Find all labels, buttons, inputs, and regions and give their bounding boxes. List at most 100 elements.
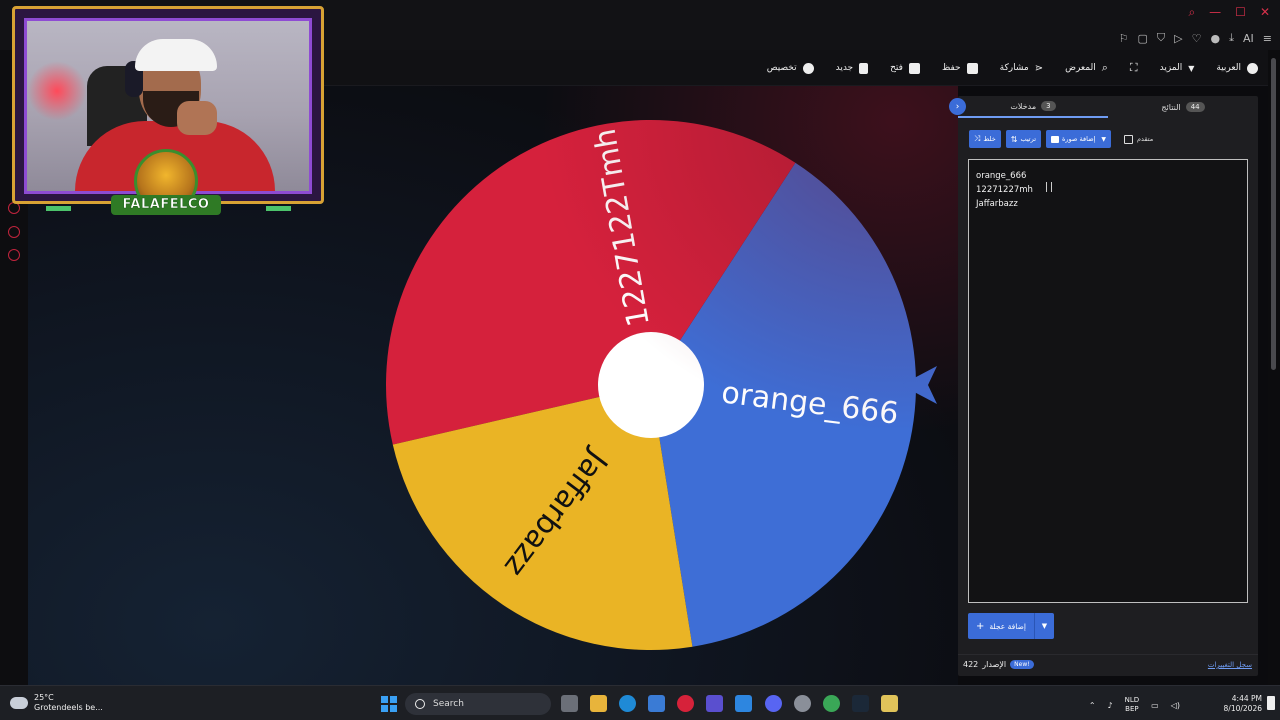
- tab-entries[interactable]: مدخلات 3: [958, 96, 1108, 118]
- weather-text: 25°C Grotendeels be...: [34, 693, 103, 713]
- account-icon[interactable]: ●: [1211, 32, 1221, 45]
- frame-accent: [266, 206, 291, 211]
- version-label: الإصدار: [982, 660, 1007, 669]
- collapse-panel-button[interactable]: ›: [949, 98, 966, 115]
- download-icon[interactable]: ⤓: [1229, 31, 1234, 45]
- chevron-down-icon: ▼: [1188, 63, 1195, 73]
- entry-line: orange_666: [976, 171, 1027, 181]
- nav-label: تخصيص: [766, 63, 797, 73]
- entries-textarea[interactable]: orange_666 12271227mh Jaffarbazz: [968, 159, 1248, 603]
- settings-icon[interactable]: [794, 695, 811, 712]
- windows-logo-icon: [381, 705, 388, 712]
- nav-label: العربية: [1216, 63, 1241, 73]
- nav-open[interactable]: فتح: [890, 62, 920, 74]
- display-icon[interactable]: ▭: [1151, 701, 1159, 710]
- search-icon: [415, 699, 425, 709]
- play-icon[interactable]: ▷: [1174, 32, 1182, 45]
- chevron-up-icon[interactable]: ⌃: [1089, 701, 1096, 710]
- chevron-down-icon: ▼: [1101, 135, 1107, 143]
- tab-results[interactable]: النتائج 44: [1108, 96, 1258, 118]
- windows-logo-icon: [390, 696, 397, 703]
- nav-language[interactable]: العربية: [1216, 62, 1258, 74]
- microphone-icon[interactable]: ♪: [1108, 701, 1113, 710]
- file-explorer-icon[interactable]: [590, 695, 607, 712]
- heart-icon[interactable]: ♡: [1192, 32, 1202, 45]
- tab-label: مدخلات: [1010, 101, 1037, 111]
- language-indicator[interactable]: NLD BEP: [1125, 696, 1140, 714]
- nav-label: المزيد: [1159, 63, 1183, 73]
- cloud-icon: [10, 697, 28, 709]
- steam-icon[interactable]: [852, 695, 869, 712]
- button-label: خلط: [983, 135, 996, 143]
- nav-more[interactable]: ▼ المزيد: [1160, 63, 1195, 73]
- weather-desc: Grotendeels be...: [34, 703, 103, 712]
- advanced-toggle[interactable]: متقدم: [1124, 134, 1154, 144]
- nav-label: حفظ: [941, 63, 961, 73]
- add-wheel-group: + إضافة عجلة ▼: [968, 613, 1054, 639]
- changelog-link[interactable]: سجل التغييرات: [1208, 661, 1252, 669]
- scroll-thumb[interactable]: [1271, 58, 1276, 370]
- notification-icon[interactable]: [1267, 696, 1275, 710]
- share-icon: ⋖: [1034, 62, 1044, 74]
- app-icon[interactable]: [706, 695, 723, 712]
- weather-widget[interactable]: 25°C Grotendeels be...: [10, 693, 103, 713]
- shield-icon[interactable]: ⛉: [1157, 31, 1165, 45]
- globe-icon: [1247, 62, 1258, 74]
- app-icon[interactable]: [735, 695, 752, 712]
- discord-icon[interactable]: [765, 695, 782, 712]
- settings-icon[interactable]: [8, 249, 20, 261]
- taskbar-search[interactable]: Search: [405, 693, 551, 715]
- add-image-button[interactable]: إضافة صورة ▼: [1046, 130, 1112, 148]
- chevron-down-icon: ▼: [1041, 622, 1048, 630]
- add-wheel-button[interactable]: + إضافة عجلة: [968, 613, 1034, 639]
- frame-accent: [46, 206, 71, 211]
- weather-temp: 25°C: [34, 693, 54, 702]
- page-scrollbar[interactable]: [1268, 50, 1280, 685]
- lang-primary: NLD: [1124, 696, 1140, 704]
- fullscreen-icon: ⛶: [1129, 61, 1138, 74]
- add-wheel-dropdown[interactable]: ▼: [1033, 613, 1054, 639]
- taskbar-clock[interactable]: 4:44 PM 8/10/2026: [1224, 694, 1262, 714]
- tab-count-badge: 3: [1041, 101, 1056, 111]
- task-view-icon[interactable]: [561, 695, 578, 712]
- advanced-checkbox[interactable]: [1124, 134, 1134, 144]
- text-cursor-icon: [1046, 182, 1052, 192]
- nav-share[interactable]: ⋖ مشاركة: [1000, 63, 1043, 74]
- lang-secondary: BEP: [1125, 705, 1139, 713]
- snapshot-icon[interactable]: ▢: [1138, 32, 1148, 45]
- shuffle-button[interactable]: ⤨ خلط: [969, 130, 1001, 148]
- folder-icon: [908, 62, 920, 74]
- nav-gallery[interactable]: ⌕ المعرض: [1065, 61, 1108, 75]
- search-icon[interactable]: ⌕: [1188, 5, 1195, 20]
- opera-gx-icon[interactable]: [677, 695, 694, 712]
- nav-save[interactable]: حفظ: [941, 62, 978, 74]
- file-icon: [859, 62, 869, 74]
- nav-label: فتح: [890, 63, 903, 73]
- sort-button[interactable]: ⇅ ترتيب: [1005, 130, 1042, 148]
- nav-label: مشاركة: [999, 63, 1029, 73]
- chrome-icon[interactable]: [823, 695, 840, 712]
- whatsapp-icon[interactable]: [8, 226, 20, 238]
- volume-icon[interactable]: ◁): [1171, 701, 1180, 710]
- menu-icon[interactable]: ≡: [1263, 32, 1272, 45]
- start-button[interactable]: [381, 696, 397, 712]
- panel-tabs: مدخلات 3 النتائج 44: [958, 96, 1258, 118]
- nav-customize[interactable]: تخصيص: [766, 62, 814, 74]
- version-number: 422: [963, 660, 979, 669]
- search-placeholder: Search: [433, 699, 464, 709]
- ai-button[interactable]: AI: [1243, 32, 1254, 45]
- nav-fullscreen[interactable]: ⛶: [1130, 61, 1138, 75]
- nav-new[interactable]: جديد: [836, 62, 869, 74]
- app-icon[interactable]: [881, 695, 898, 712]
- version-info: 422 الإصدار New!: [963, 660, 1034, 669]
- maximize-icon[interactable]: ☐: [1235, 5, 1246, 20]
- windows-taskbar: 25°C Grotendeels be... Search ⌃ ♪ NLD BE…: [0, 685, 1280, 720]
- wheel-center[interactable]: [598, 332, 704, 438]
- advanced-label: متقدم: [1137, 135, 1154, 143]
- store-icon[interactable]: [648, 695, 665, 712]
- minimize-icon[interactable]: —: [1209, 5, 1221, 20]
- tab-count-badge: 44: [1185, 102, 1205, 112]
- bookmark-icon[interactable]: ⚐: [1119, 32, 1129, 45]
- edge-icon[interactable]: [619, 695, 636, 712]
- close-icon[interactable]: ✕: [1260, 5, 1270, 20]
